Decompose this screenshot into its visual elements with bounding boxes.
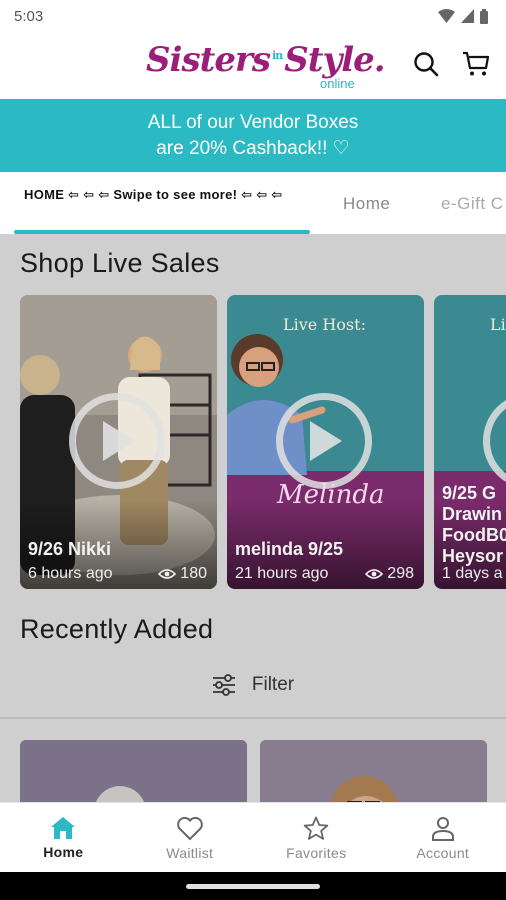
signal-icon bbox=[461, 9, 474, 23]
status-bar: 5:03 bbox=[0, 0, 506, 32]
play-button[interactable] bbox=[276, 393, 372, 489]
tab-home-swipe-label: HOME ⇦ ⇦ ⇦ Swipe to see more! ⇦ ⇦ ⇦ bbox=[24, 187, 283, 202]
filter-sliders-icon bbox=[212, 674, 235, 696]
live-sale-views: 180 bbox=[158, 565, 207, 583]
nav-waitlist[interactable]: Waitlist bbox=[127, 803, 254, 872]
logo-subtext: online bbox=[320, 76, 355, 91]
live-sale-card[interactable]: Live Host: Melinda melinda 9/25 21 hours… bbox=[227, 295, 424, 589]
app-header: Sisters inStyle. online bbox=[0, 32, 506, 99]
live-sale-title: 9/25 G Drawin FoodB0 Heysor bbox=[442, 483, 506, 566]
live-host-heading: Li bbox=[490, 315, 506, 334]
nav-favorites-label: Favorites bbox=[286, 845, 347, 861]
person-icon bbox=[431, 817, 454, 841]
promo-banner[interactable]: ALL of our Vendor Boxes are 20% Cashback… bbox=[0, 99, 506, 172]
product-card[interactable] bbox=[260, 740, 487, 802]
view-count: 180 bbox=[180, 565, 207, 582]
nav-home-label: Home bbox=[43, 844, 84, 860]
nav-favorites[interactable]: Favorites bbox=[253, 803, 380, 872]
star-icon bbox=[303, 816, 329, 840]
live-sale-views: 298 bbox=[365, 565, 414, 583]
live-sales-title: Shop Live Sales bbox=[20, 248, 220, 278]
category-tabs: HOME ⇦ ⇦ ⇦ Swipe to see more! ⇦ ⇦ ⇦ Home… bbox=[0, 172, 506, 234]
play-button[interactable] bbox=[69, 393, 165, 489]
brand-logo[interactable]: Sisters inStyle. online bbox=[146, 38, 386, 94]
product-image bbox=[20, 740, 247, 802]
promo-line-1: ALL of our Vendor Boxes bbox=[147, 112, 359, 133]
eye-icon bbox=[158, 569, 177, 579]
nav-account-label: Account bbox=[416, 845, 470, 861]
home-icon bbox=[51, 817, 76, 839]
play-icon bbox=[310, 421, 342, 461]
search-icon bbox=[414, 52, 439, 77]
section-divider bbox=[0, 717, 506, 719]
gesture-home-handle[interactable] bbox=[186, 884, 320, 889]
heart-icon bbox=[176, 816, 203, 841]
cart-icon bbox=[463, 51, 490, 76]
promo-line-2: are 20% Cashback!! ♡ bbox=[156, 138, 350, 159]
tab-home-swipe[interactable]: HOME ⇦ ⇦ ⇦ Swipe to see more! ⇦ ⇦ ⇦ bbox=[14, 172, 310, 234]
cart-button[interactable] bbox=[460, 48, 492, 80]
live-sale-time: 1 days a bbox=[442, 565, 503, 582]
live-sale-title: 9/26 Nikki bbox=[28, 539, 112, 559]
nav-account[interactable]: Account bbox=[380, 803, 506, 872]
tab-e-gift-card[interactable]: e-Gift C bbox=[441, 194, 504, 214]
product-card[interactable] bbox=[20, 740, 247, 802]
live-sales-carousel[interactable]: 9/26 Nikki 6 hours ago 180 Live Host: Me… bbox=[20, 295, 506, 589]
status-icons bbox=[438, 8, 488, 24]
live-sale-card[interactable]: 9/26 Nikki 6 hours ago 180 bbox=[20, 295, 217, 589]
battery-icon bbox=[480, 8, 488, 24]
product-image bbox=[260, 740, 487, 802]
status-time: 5:03 bbox=[14, 7, 44, 25]
live-sale-time: 6 hours ago bbox=[28, 565, 113, 582]
search-button[interactable] bbox=[410, 48, 442, 80]
live-sale-title: melinda 9/25 bbox=[235, 539, 344, 559]
nav-home[interactable]: Home bbox=[0, 803, 127, 872]
eye-icon bbox=[365, 569, 384, 579]
view-count: 298 bbox=[387, 565, 414, 582]
wifi-icon bbox=[438, 9, 455, 23]
live-sale-card[interactable]: Li 9/25 G Drawin FoodB0 Heysor 1 days a bbox=[434, 295, 506, 589]
nav-waitlist-label: Waitlist bbox=[166, 845, 214, 861]
live-sale-time: 21 hours ago bbox=[235, 565, 329, 582]
main-content: Shop Live Sales 9/26 Nikki 6 hours ago 1… bbox=[0, 234, 506, 802]
system-navigation-bar bbox=[0, 872, 506, 900]
bottom-navigation: Home Waitlist Favorites Account bbox=[0, 802, 506, 872]
filter-button[interactable]: Filter bbox=[0, 668, 506, 702]
logo-wordmark: Sisters inStyle. bbox=[146, 40, 386, 80]
recently-added-title: Recently Added bbox=[20, 614, 214, 644]
tab-home[interactable]: Home bbox=[343, 194, 390, 214]
play-icon bbox=[103, 421, 135, 461]
filter-label: Filter bbox=[251, 674, 295, 695]
